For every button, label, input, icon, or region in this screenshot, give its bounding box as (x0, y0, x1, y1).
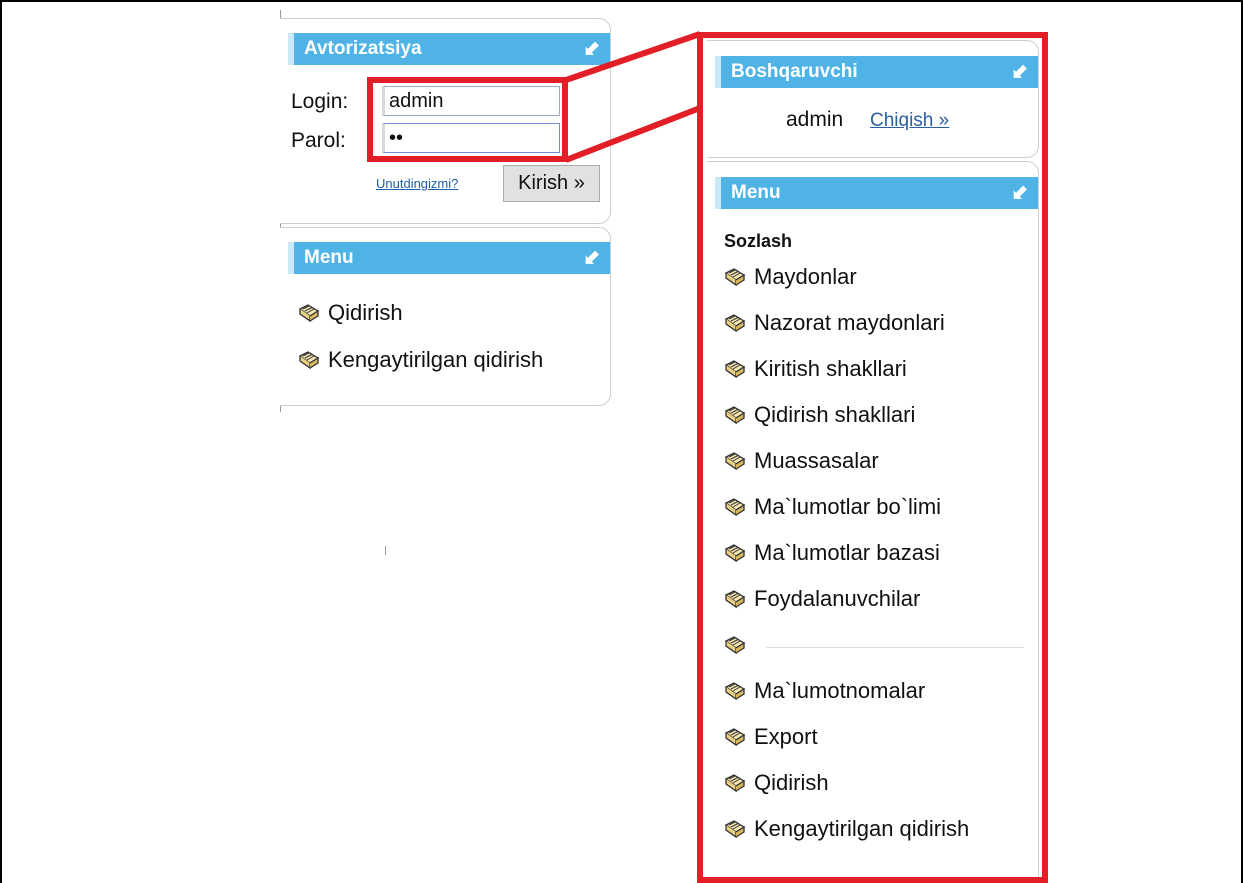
right-menu-item-label: Muassasalar (754, 448, 879, 473)
book-icon (298, 351, 320, 370)
right-menu-item-label: Kengaytirilgan qidirish (754, 816, 970, 841)
admin-username: admin (786, 108, 844, 131)
highlight-connector (564, 31, 702, 163)
book-icon (724, 314, 746, 333)
book-icon (724, 544, 746, 563)
left-menu-item-kengaytirilgan-qidirish[interactable]: Kengaytirilgan qidirish (298, 347, 543, 373)
right-menu-item-nazorat-maydonlari[interactable]: Nazorat maydonlari (724, 310, 945, 336)
left-menu-title: Menu (304, 247, 354, 268)
right-menu-item-label: Ma`lumotnomalar (754, 678, 926, 703)
right-menu-item-malumotlar-bolimi[interactable]: Ma`lumotlar bo`limi (724, 494, 941, 520)
right-menu-item-malumotlar-bazasi[interactable]: Ma`lumotlar bazasi (724, 540, 940, 566)
right-menu-item-export[interactable]: Export (724, 724, 818, 750)
book-icon (724, 682, 746, 701)
right-menu-item-label: Export (754, 724, 818, 749)
book-icon (724, 360, 746, 379)
right-menu-item-malumotnomalar[interactable]: Ma`lumotnomalar (724, 678, 925, 704)
admin-panel-title: Boshqaruvchi (731, 61, 858, 82)
left-menu-item-qidirish[interactable]: Qidirish (298, 300, 403, 326)
book-icon (724, 268, 746, 287)
collapse-arrow-icon[interactable]: ⬋ (583, 242, 600, 274)
right-menu-item-label: Kiritish shakllari (754, 356, 907, 381)
right-menu-item-foydalanuvchilar[interactable]: Foydalanuvchilar (724, 586, 920, 612)
right-menu-item-label: Ma`lumotlar bo`limi (754, 494, 942, 519)
menu-separator (766, 647, 1024, 648)
right-menu-item-blank[interactable] (724, 632, 754, 658)
collapse-arrow-icon[interactable]: ⬋ (1011, 177, 1028, 209)
collapse-arrow-icon[interactable]: ⬋ (1011, 56, 1028, 88)
right-menu-item-kengaytirilgan-qidirish[interactable]: Kengaytirilgan qidirish (724, 816, 969, 842)
right-menu-item-maydonlar[interactable]: Maydonlar (724, 264, 857, 290)
connector-bottom-line (564, 105, 702, 163)
book-icon (724, 590, 746, 609)
settings-section-title: Sozlash (724, 231, 793, 251)
book-icon (724, 728, 746, 747)
left-menu-item-label: Kengaytirilgan qidirish (328, 347, 544, 372)
book-icon (298, 304, 320, 323)
left-menu-panel: Menu ⬋ Qidirish Kengaytirilgan qidirish (280, 227, 611, 406)
right-menu-item-label: Qidirish (754, 770, 829, 795)
right-menu-title: Menu (731, 182, 781, 203)
book-icon (724, 636, 746, 655)
logout-link[interactable]: Chiqish » (870, 110, 949, 132)
book-icon (724, 452, 746, 471)
right-menu-item-qidirish[interactable]: Qidirish (724, 770, 829, 796)
book-icon (724, 498, 746, 517)
left-menu-header: Menu ⬋ (288, 242, 610, 274)
book-icon (724, 820, 746, 839)
admin-panel: Boshqaruvchi ⬋ admin Chiqish » (707, 40, 1039, 158)
book-icon (724, 774, 746, 793)
right-menu-item-label: Maydonlar (754, 264, 857, 289)
admin-panel-header: Boshqaruvchi ⬋ (715, 56, 1038, 88)
right-menu-header: Menu ⬋ (715, 177, 1038, 209)
right-menu-item-label: Foydalanuvchilar (754, 586, 921, 611)
left-menu-item-label: Qidirish (328, 300, 403, 325)
connector-top-line (565, 31, 701, 83)
right-menu-item-kiritish-shakllari[interactable]: Kiritish shakllari (724, 356, 907, 382)
book-icon (724, 406, 746, 425)
right-menu-item-qidirish-shakllari[interactable]: Qidirish shakllari (724, 402, 915, 428)
right-menu-item-label: Ma`lumotlar bazasi (754, 540, 940, 565)
right-menu-item-label: Nazorat maydonlari (754, 310, 945, 335)
right-menu-item-label: Qidirish shakllari (754, 402, 916, 427)
right-menu-item-muassasalar[interactable]: Muassasalar (724, 448, 879, 474)
